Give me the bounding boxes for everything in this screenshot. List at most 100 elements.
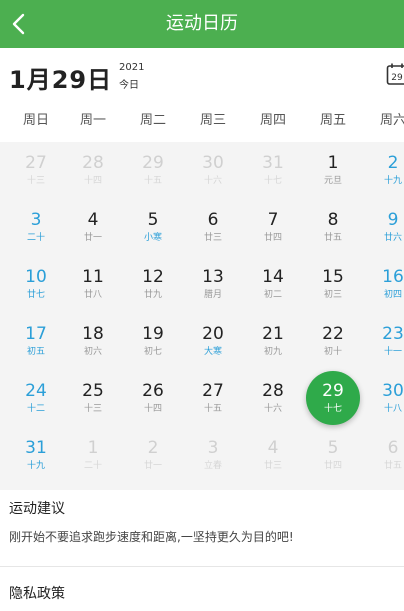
day-cell[interactable]: 24 十二 [6,370,66,427]
lunar-date: 十三 [83,404,102,414]
lunar-date: 立春 [203,461,222,471]
day-cell[interactable]: 12 廿九 [123,256,183,313]
calendar-picker-icon: 29 [386,63,404,85]
day-number: 18 [82,324,104,344]
day-cell[interactable]: 9 廿六 [363,199,404,256]
day-number: 27 [202,381,224,401]
weekday-label: 周二 [139,113,166,128]
lunar-date: 十九 [383,176,402,186]
day-cell[interactable]: 31 十九 [6,427,66,484]
svg-text:29: 29 [391,73,403,83]
day-cell[interactable]: 1 二十 [63,427,123,484]
day-cell[interactable]: 22 初十 [303,313,363,370]
day-cell[interactable]: 13 腊月 [183,256,243,313]
day-cell[interactable]: 19 初七 [123,313,183,370]
day-cell[interactable]: 11 廿八 [63,256,123,313]
day-cell[interactable]: 30 十六 [183,142,243,199]
day-cell[interactable]: 31 十七 [243,142,303,199]
day-number: 2 [147,438,159,458]
lunar-date: 廿四 [263,233,282,243]
lunar-date: 廿六 [383,233,402,243]
lunar-date: 十六 [203,176,222,186]
day-cell[interactable]: 3 立春 [183,427,243,484]
day-cell-selected[interactable]: 29 十七 [303,370,363,427]
day-number: 30 [382,381,404,401]
day-cell[interactable]: 23 十一 [363,313,404,370]
selected-date: 1月29日 [9,66,113,94]
day-number: 1 [327,153,339,173]
day-cell[interactable]: 3 二十 [6,199,66,256]
day-cell[interactable]: 10 廿七 [6,256,66,313]
lunar-date: 廿九 [143,290,162,300]
today-label[interactable]: 今日 [119,76,139,91]
day-number: 11 [82,267,104,287]
day-cell[interactable]: 1 元旦 [303,142,363,199]
day-cell[interactable]: 30 十八 [363,370,404,427]
privacy-policy-link[interactable]: 隐私政策 [9,583,65,603]
day-number: 6 [207,210,219,230]
day-cell[interactable]: 2 廿一 [123,427,183,484]
day-cell[interactable]: 18 初六 [63,313,123,370]
day-number: 16 [382,267,404,287]
lunar-date: 初九 [263,347,282,357]
day-number: 6 [387,438,399,458]
day-cell[interactable]: 6 廿五 [363,427,404,484]
weekday-label: 周三 [199,113,226,128]
lunar-date: 小寒 [143,233,162,243]
day-cell[interactable]: 26 十四 [123,370,183,427]
day-cell[interactable]: 27 十三 [6,142,66,199]
day-cell[interactable]: 14 初二 [243,256,303,313]
day-number: 2 [387,153,399,173]
day-cell[interactable]: 20 大寒 [183,313,243,370]
lunar-date: 二十 [83,461,102,471]
day-cell[interactable]: 28 十六 [243,370,303,427]
lunar-date: 初六 [83,347,102,357]
privacy-section[interactable]: 隐私政策 [0,567,404,611]
day-cell[interactable]: 8 廿五 [303,199,363,256]
lunar-date: 廿三 [263,461,282,471]
year-label: 2021 [119,62,145,73]
day-number: 21 [262,324,284,344]
day-number: 29 [142,153,164,173]
day-cell[interactable]: 6 廿三 [183,199,243,256]
app-header: 运动日历 [0,0,404,48]
weekday-label: 周六 [379,113,404,128]
calendar-icon[interactable]: 29 [386,62,404,86]
lunar-date: 十九 [26,461,45,471]
advice-text: 刚开始不要追求跑步速度和距离,一坚持更久为目的吧! [9,530,294,544]
day-number: 22 [322,324,344,344]
lunar-date: 廿八 [83,290,102,300]
day-number: 20 [202,324,224,344]
day-cell[interactable]: 5 廿四 [303,427,363,484]
lunar-date: 初七 [143,347,162,357]
day-cell[interactable]: 28 十四 [63,142,123,199]
day-cell[interactable]: 17 初五 [6,313,66,370]
day-cell[interactable]: 25 十三 [63,370,123,427]
lunar-date: 廿一 [143,461,162,471]
lunar-date: 十二 [26,404,45,414]
day-number: 25 [82,381,104,401]
lunar-date: 十八 [383,404,402,414]
lunar-date: 十七 [263,176,282,186]
lunar-date: 元旦 [323,176,342,186]
lunar-date: 十五 [143,176,162,186]
day-cell[interactable]: 7 廿四 [243,199,303,256]
day-cell[interactable]: 16 初四 [363,256,404,313]
day-cell[interactable]: 4 廿三 [243,427,303,484]
day-number: 8 [327,210,339,230]
day-cell[interactable]: 27 十五 [183,370,243,427]
day-cell[interactable]: 29 十五 [123,142,183,199]
lunar-date: 十四 [83,176,102,186]
day-number: 3 [207,438,219,458]
day-cell[interactable]: 4 廿一 [63,199,123,256]
weekday-label: 周四 [259,113,286,128]
page-title: 运动日历 [166,13,238,34]
day-number: 5 [327,438,339,458]
day-number: 30 [202,153,224,173]
day-cell[interactable]: 2 十九 [363,142,404,199]
lunar-date: 初二 [263,290,282,300]
day-number: 23 [382,324,404,344]
day-cell[interactable]: 5 小寒 [123,199,183,256]
day-cell[interactable]: 21 初九 [243,313,303,370]
day-cell[interactable]: 15 初三 [303,256,363,313]
